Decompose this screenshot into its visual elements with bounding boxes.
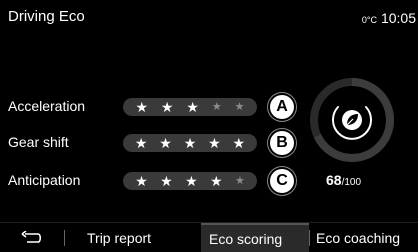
temperature: 0°C: [361, 15, 377, 25]
star-filled-icon: ★: [159, 135, 172, 151]
criterion-label: Anticipation: [8, 172, 81, 188]
tab-eco-coaching[interactable]: Eco coaching: [310, 223, 418, 252]
marker-c: C: [270, 169, 294, 193]
star-rating: ★ ★ ★ ★ ★: [123, 98, 257, 116]
tab-eco-scoring[interactable]: Eco scoring: [201, 223, 309, 252]
star-filled-icon: ★: [134, 135, 148, 151]
eco-score-gauge: [310, 78, 394, 162]
star-rating: ★ ★ ★ ★ ★: [123, 134, 257, 152]
page-title: Driving Eco: [8, 8, 85, 25]
criterion-row-anticipation: Anticipation ★ ★ ★ ★ ★ C: [0, 169, 300, 193]
score-max: /100: [341, 177, 362, 188]
star-empty-icon: ★: [234, 174, 245, 187]
status-area: 0°C 10:05: [362, 10, 416, 26]
star-filled-icon: ★: [160, 173, 173, 189]
back-arrow-icon: [21, 230, 42, 243]
status-bar: Driving Eco 0°C 10:05: [0, 0, 418, 30]
marker-a: A: [270, 95, 294, 119]
star-empty-icon: ★: [211, 100, 222, 113]
criterion-row-gear-shift: Gear shift ★ ★ ★ ★ ★ B: [0, 131, 300, 155]
star-filled-icon: ★: [186, 99, 199, 115]
clock: 10:05: [380, 10, 416, 26]
criterion-label: Acceleration: [8, 98, 86, 114]
star-filled-icon: ★: [232, 135, 246, 151]
tab-trip-report[interactable]: Trip report: [65, 223, 201, 252]
star-filled-icon: ★: [210, 173, 223, 189]
criterion-label: Gear shift: [8, 134, 69, 150]
eco-score: 68/100: [326, 172, 361, 188]
back-button[interactable]: [0, 223, 64, 252]
star-filled-icon: ★: [185, 173, 198, 189]
star-filled-icon: ★: [135, 173, 148, 189]
star-filled-icon: ★: [208, 135, 221, 151]
star-empty-icon: ★: [234, 100, 245, 113]
star-filled-icon: ★: [135, 99, 149, 115]
score-value: 68: [326, 172, 342, 188]
criterion-row-acceleration: Acceleration ★ ★ ★ ★ ★ A: [0, 95, 300, 119]
marker-b: B: [270, 131, 294, 155]
star-filled-icon: ★: [183, 135, 197, 151]
star-rating: ★ ★ ★ ★ ★: [123, 172, 257, 190]
star-filled-icon: ★: [160, 99, 174, 115]
leaf-icon: [342, 110, 362, 130]
bottom-nav: Trip report Eco scoring Eco coaching: [0, 222, 418, 252]
